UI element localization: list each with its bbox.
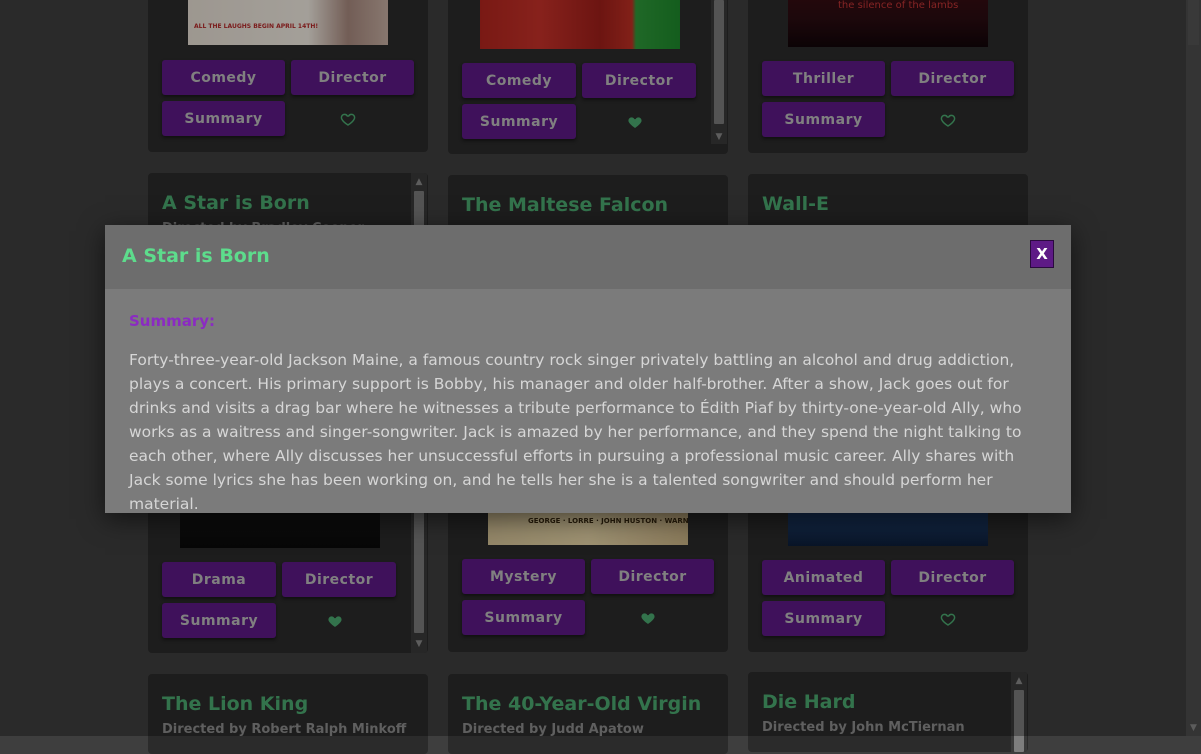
modal-header: A Star is Born X — [105, 225, 1071, 289]
close-button[interactable]: X — [1030, 240, 1054, 268]
modal-title: A Star is Born — [122, 245, 270, 267]
summary-label: Summary: — [129, 312, 216, 330]
summary-text: Forty-three-year-old Jackson Maine, a fa… — [129, 351, 1022, 513]
summary-modal: A Star is Born X Summary: Forty-three-ye… — [105, 225, 1071, 513]
